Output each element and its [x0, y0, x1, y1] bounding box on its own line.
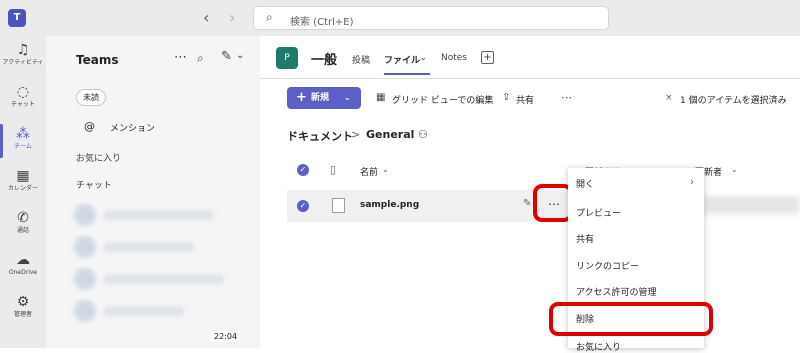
blurred-cell: [704, 196, 800, 214]
panel-title: Teams: [76, 53, 119, 67]
app-rail: ♫ アクティビティ ◌ チャット ⁂ チーム ▦ カレンダー ✆ 通話 ☁ On…: [0, 36, 46, 348]
tab-posts[interactable]: 投稿: [352, 53, 370, 66]
add-tab-icon[interactable]: +: [481, 51, 494, 64]
chevron-down-icon[interactable]: ⌄: [731, 165, 738, 174]
channel-name: 一般: [311, 53, 338, 68]
gear-icon: ⚙: [16, 294, 30, 310]
favorites-section[interactable]: お気に入り: [76, 151, 121, 164]
image-file-icon: [332, 198, 345, 213]
forward-button[interactable]: ›: [229, 9, 235, 27]
share-button[interactable]: 共有: [516, 93, 534, 106]
list-item[interactable]: [74, 204, 234, 230]
grid-icon: ▦: [376, 92, 386, 103]
search-input[interactable]: ⌕ 検索 (Ctrl+E): [253, 6, 609, 30]
teams-logo-icon: T: [8, 9, 26, 27]
menu-item-favorite[interactable]: お気に入り: [576, 340, 621, 353]
column-header-name[interactable]: 名前: [360, 165, 378, 178]
breadcrumb-root[interactable]: ドキュメント: [287, 128, 353, 144]
compose-icon[interactable]: ✎: [221, 49, 232, 64]
chevron-down-icon: ⌄: [344, 93, 351, 102]
unread-filter-chip[interactable]: 未読: [76, 89, 106, 106]
share-icon: ⇪: [502, 92, 511, 103]
list-item[interactable]: [74, 268, 234, 294]
file-type-icon: ▯: [330, 163, 337, 176]
divider: [260, 78, 800, 79]
tab-notes[interactable]: Notes: [441, 53, 467, 63]
rail-item-onedrive[interactable]: ☁ OneDrive: [0, 252, 46, 278]
grid-edit-button[interactable]: グリッド ビューでの編集: [392, 93, 493, 106]
new-button-label: 新規: [311, 93, 330, 103]
row-checkbox[interactable]: ✓: [297, 200, 309, 212]
list-item[interactable]: [74, 236, 234, 262]
menu-item-copy-link[interactable]: リンクのコピー: [576, 259, 639, 272]
tab-files[interactable]: ファイル: [384, 53, 420, 66]
clear-selection-icon[interactable]: ×: [665, 93, 673, 103]
plus-icon: +: [296, 90, 307, 105]
select-all-checkbox[interactable]: ✓: [297, 164, 309, 176]
people-icon[interactable]: ⚇: [418, 128, 428, 141]
calendar-icon: ▦: [16, 168, 30, 184]
breadcrumb-separator: >: [351, 128, 361, 141]
at-icon: @: [84, 120, 95, 133]
channel-avatar: P: [276, 47, 298, 69]
phone-icon: ✆: [17, 210, 29, 226]
active-tab-indicator: [384, 73, 430, 75]
more-options-icon[interactable]: ⋯: [561, 91, 572, 104]
menu-item-preview[interactable]: プレビュー: [576, 206, 621, 219]
menu-item-share[interactable]: 共有: [576, 232, 594, 245]
rail-item-admin[interactable]: ⚙ 管理者: [0, 294, 46, 320]
teams-icon: ⁂: [16, 126, 30, 142]
search-placeholder: 検索 (Ctrl+E): [290, 17, 354, 28]
title-bar: T ‹ › ⌕ 検索 (Ctrl+E): [0, 0, 800, 36]
menu-item-open[interactable]: 開く: [576, 177, 594, 190]
more-options-icon[interactable]: ⋯: [174, 50, 187, 65]
selection-count: 1 個のアイテムを選択済み: [680, 96, 787, 106]
table-row[interactable]: ✓ sample.png ✎ ⋯: [287, 190, 570, 222]
list-item[interactable]: [74, 300, 234, 326]
back-button[interactable]: ‹: [203, 9, 209, 27]
chat-section[interactable]: チャット: [76, 178, 112, 191]
highlight-more-button: [533, 184, 573, 222]
search-icon: ⌕: [266, 10, 273, 24]
edit-icon[interactable]: ✎: [523, 198, 531, 209]
file-name[interactable]: sample.png: [360, 200, 419, 210]
menu-item-manage-access[interactable]: アクセス許可の管理: [576, 285, 657, 298]
rail-item-activity[interactable]: ♫ アクティビティ: [0, 42, 46, 68]
teams-panel: Teams ⋯ ⌕ ✎ ⌄ 未読 @ メンション お気に入り チャット 22:0…: [46, 36, 260, 348]
chat-icon: ◌: [16, 84, 30, 100]
highlight-delete-item: [549, 302, 713, 336]
chevron-right-icon: ›: [690, 177, 694, 188]
mentions-item[interactable]: メンション: [110, 121, 155, 134]
timestamp: 22:04: [210, 331, 242, 342]
rail-item-teams[interactable]: ⁂ チーム: [0, 126, 46, 152]
panel-search-icon[interactable]: ⌕: [197, 51, 204, 66]
rail-item-chat[interactable]: ◌ チャット: [0, 84, 46, 110]
new-button[interactable]: + 新規 ⌄: [287, 87, 361, 109]
cloud-icon: ☁: [16, 252, 30, 268]
rail-item-calls[interactable]: ✆ 通話: [0, 210, 46, 236]
breadcrumb-current: General: [366, 128, 415, 141]
chevron-down-icon[interactable]: ⌄: [382, 165, 389, 174]
rail-item-calendar[interactable]: ▦ カレンダー: [0, 168, 46, 194]
bell-icon: ♫: [16, 42, 30, 58]
chevron-down-icon[interactable]: ⌄: [236, 50, 244, 61]
chevron-down-icon[interactable]: ⌄: [420, 53, 427, 62]
